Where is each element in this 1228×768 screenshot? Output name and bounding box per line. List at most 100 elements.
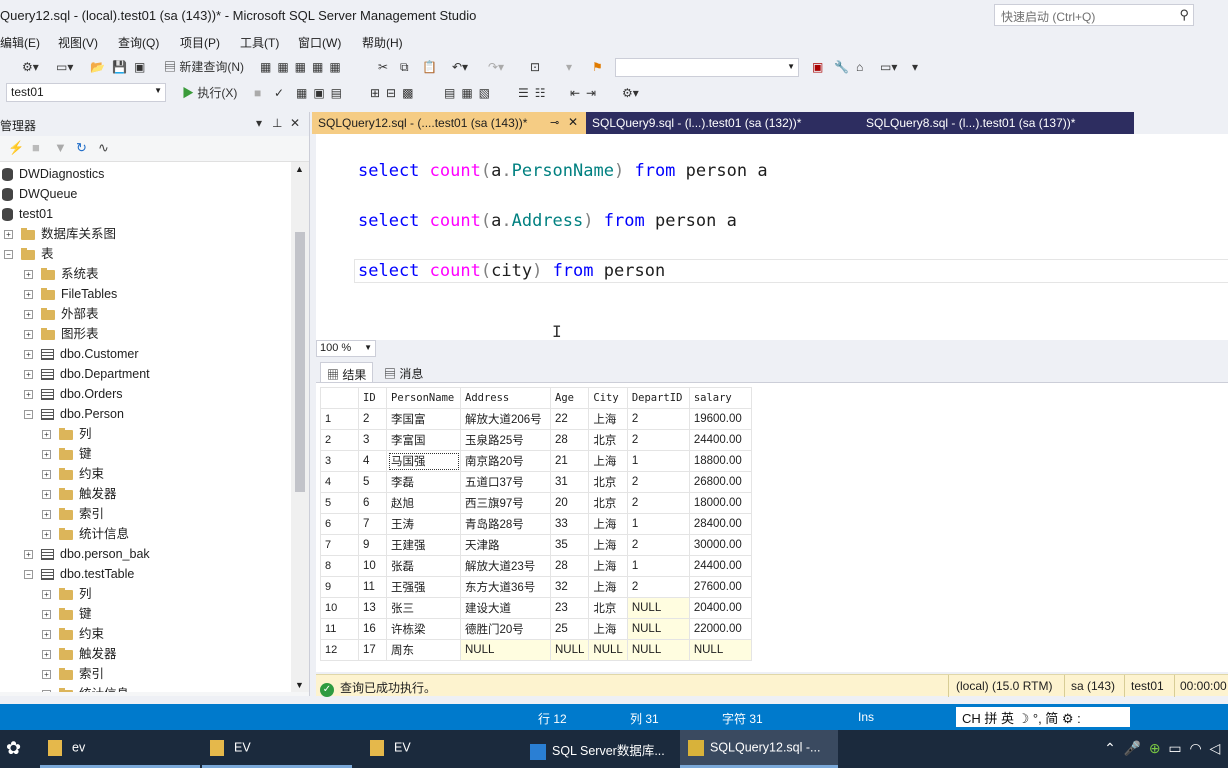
tree-node[interactable]: + 列 <box>42 424 92 444</box>
expand-toggle-icon[interactable]: + <box>42 690 51 692</box>
tab-messages[interactable]: ▤ 消息 <box>378 362 429 382</box>
wrench-icon[interactable]: 🔧 <box>834 58 849 76</box>
grid-cell[interactable]: 1 <box>626 450 690 472</box>
row-number[interactable]: 8 <box>320 555 359 577</box>
undo-icon[interactable]: ↶▾ <box>452 58 468 76</box>
grid-cell[interactable]: NULL <box>588 639 628 661</box>
grid-cell[interactable]: 周东 <box>386 639 461 661</box>
grid-cell[interactable]: 2 <box>626 429 690 451</box>
row-number[interactable]: 6 <box>320 513 359 535</box>
pin-icon[interactable]: ⊸ <box>550 116 559 129</box>
results-grid[interactable]: ID PersonName Address Age City DepartID salary… <box>316 382 1228 672</box>
menu-help[interactable]: 帮助(H) <box>362 34 403 51</box>
grid-cell[interactable]: 11 <box>358 576 387 598</box>
expand-toggle-icon[interactable]: + <box>4 230 13 240</box>
table-row[interactable]: 10 13 张三 建设大道 23 北京 NULL 20400.00 <box>320 597 752 619</box>
grid-cell[interactable]: 上海 <box>588 534 628 556</box>
grid-cell[interactable]: 北京 <box>588 597 628 619</box>
grid-cell[interactable]: 天津路 <box>460 534 551 556</box>
grid-cell[interactable]: 2 <box>626 471 690 493</box>
redo-icon[interactable]: ↷▾ <box>488 58 504 76</box>
grid-cell[interactable]: 22000.00 <box>688 618 752 640</box>
table-row[interactable]: 3 4 马国强 南京路20号 21 上海 1 18800.00 <box>320 450 752 472</box>
tree-node[interactable]: + 系统表 <box>24 264 99 284</box>
row-number[interactable]: 10 <box>320 597 359 619</box>
grid-cell[interactable]: 1 <box>626 555 690 577</box>
grid-cell[interactable]: 21 <box>549 450 590 472</box>
grid-cell[interactable]: 解放大道23号 <box>460 555 551 577</box>
toolbar-options-icon[interactable]: ▾ <box>912 58 918 76</box>
expand-toggle-icon[interactable]: + <box>24 350 33 360</box>
grid-cell[interactable]: 李磊 <box>386 471 461 493</box>
taskbar-item-ev2[interactable]: EV <box>202 730 352 768</box>
tree-node[interactable]: + 约束 <box>42 464 104 484</box>
grid-cell[interactable]: 24400.00 <box>688 429 752 451</box>
table-row[interactable]: 7 9 王建强 天津路 35 上海 2 30000.00 <box>320 534 752 556</box>
close-tab-icon[interactable]: ✕ <box>568 115 578 129</box>
grid-cell[interactable]: 33 <box>549 513 590 535</box>
tree-node[interactable]: test01 <box>2 204 53 224</box>
grid-cell[interactable]: 上海 <box>588 618 628 640</box>
grid-cell[interactable]: 13 <box>358 597 387 619</box>
tab-sqlquery12[interactable]: SQLQuery12.sql - (....test01 (sa (143))*… <box>312 112 586 134</box>
column-header[interactable]: City <box>588 387 628 409</box>
column-header[interactable]: ID <box>358 387 387 409</box>
column-header[interactable]: salary <box>688 387 752 409</box>
grid-cell[interactable]: 德胜门20号 <box>460 618 551 640</box>
taskbar-item-ev3[interactable]: EV <box>362 730 512 768</box>
expand-toggle-icon[interactable]: + <box>24 290 33 300</box>
menu-window[interactable]: 窗口(W) <box>298 34 341 51</box>
taskbar-item-sqlserver[interactable]: SQL Server数据库... <box>522 730 674 768</box>
sql-editor[interactable]: select count(a.PersonName) from person a… <box>312 134 1228 341</box>
microphone-icon[interactable]: 🎤 <box>1124 740 1141 756</box>
grid-cell[interactable]: 上海 <box>588 450 628 472</box>
grid-cell[interactable]: 南京路20号 <box>460 450 551 472</box>
activity-monitor-icon[interactable]: ⊡ <box>530 58 540 76</box>
grid-cell[interactable]: 28 <box>549 429 590 451</box>
grid-cell[interactable]: 31 <box>549 471 590 493</box>
grid-cell[interactable]: 2 <box>626 408 690 430</box>
table-row[interactable]: 6 7 王涛 青岛路28号 33 上海 1 28400.00 <box>320 513 752 535</box>
execute-button[interactable]: ▶ 执行(X) <box>182 84 237 102</box>
taskbar-item-ev[interactable]: ev <box>40 730 200 768</box>
expand-toggle-icon[interactable]: + <box>42 470 51 480</box>
grid-cell[interactable]: 3 <box>358 429 387 451</box>
new-query-button[interactable]: ▤ 新建查询(N) <box>164 58 244 76</box>
pin-dropdown-icon[interactable]: ▾ <box>256 116 262 130</box>
grid-cell[interactable]: 上海 <box>588 408 628 430</box>
filter-icon[interactable]: ▼ <box>54 140 67 155</box>
grid-cell[interactable]: 玉泉路25号 <box>460 429 551 451</box>
tab-sqlquery9[interactable]: SQLQuery9.sql - (l...).test01 (sa (132))… <box>586 112 860 134</box>
grid-cell[interactable]: 王建强 <box>386 534 461 556</box>
start-icon[interactable]: ✿ <box>0 730 27 768</box>
expand-toggle-icon[interactable]: + <box>42 450 51 460</box>
tree-node[interactable]: + dbo.Department <box>24 364 150 384</box>
toolbox-icon[interactable]: ⌂ <box>856 58 863 76</box>
grid-cell[interactable]: 16 <box>358 618 387 640</box>
expand-toggle-icon[interactable]: + <box>24 310 33 320</box>
grid-cell[interactable]: NULL <box>460 639 551 661</box>
grid-cell[interactable]: 32 <box>549 576 590 598</box>
table-row[interactable]: 8 10 张磊 解放大道23号 28 上海 1 24400.00 <box>320 555 752 577</box>
expand-toggle-icon[interactable]: − <box>24 570 33 580</box>
grid-cell[interactable]: 28400.00 <box>688 513 752 535</box>
grid-cell[interactable]: 2 <box>626 534 690 556</box>
grid-cell[interactable]: 马国强 <box>386 450 461 472</box>
table-row[interactable]: 2 3 李富国 玉泉路25号 28 北京 2 24400.00 <box>320 429 752 451</box>
connect-icon[interactable]: ⚡ <box>8 140 24 156</box>
tree-node[interactable]: + 外部表 <box>24 304 99 324</box>
grid-cell[interactable]: 北京 <box>588 429 628 451</box>
database-select[interactable]: test01 ▼ <box>6 83 166 102</box>
tree-node[interactable]: + 数据库关系图 <box>4 224 116 244</box>
grid-cell[interactable]: 18800.00 <box>688 450 752 472</box>
grid-cell[interactable]: 解放大道206号 <box>460 408 551 430</box>
expand-toggle-icon[interactable]: + <box>42 510 51 520</box>
grid-cell[interactable]: 北京 <box>588 492 628 514</box>
grid-cell[interactable]: 北京 <box>588 471 628 493</box>
grid-cell[interactable]: 25 <box>549 618 590 640</box>
table-row[interactable]: 9 11 王强强 东方大道36号 32 上海 2 27600.00 <box>320 576 752 598</box>
grid-cell[interactable]: NULL <box>688 639 752 661</box>
grid-cell[interactable]: NULL <box>626 618 690 640</box>
menu-tools[interactable]: 工具(T) <box>240 34 279 51</box>
taskbar-item-ssms[interactable]: SQLQuery12.sql -... <box>680 730 838 768</box>
